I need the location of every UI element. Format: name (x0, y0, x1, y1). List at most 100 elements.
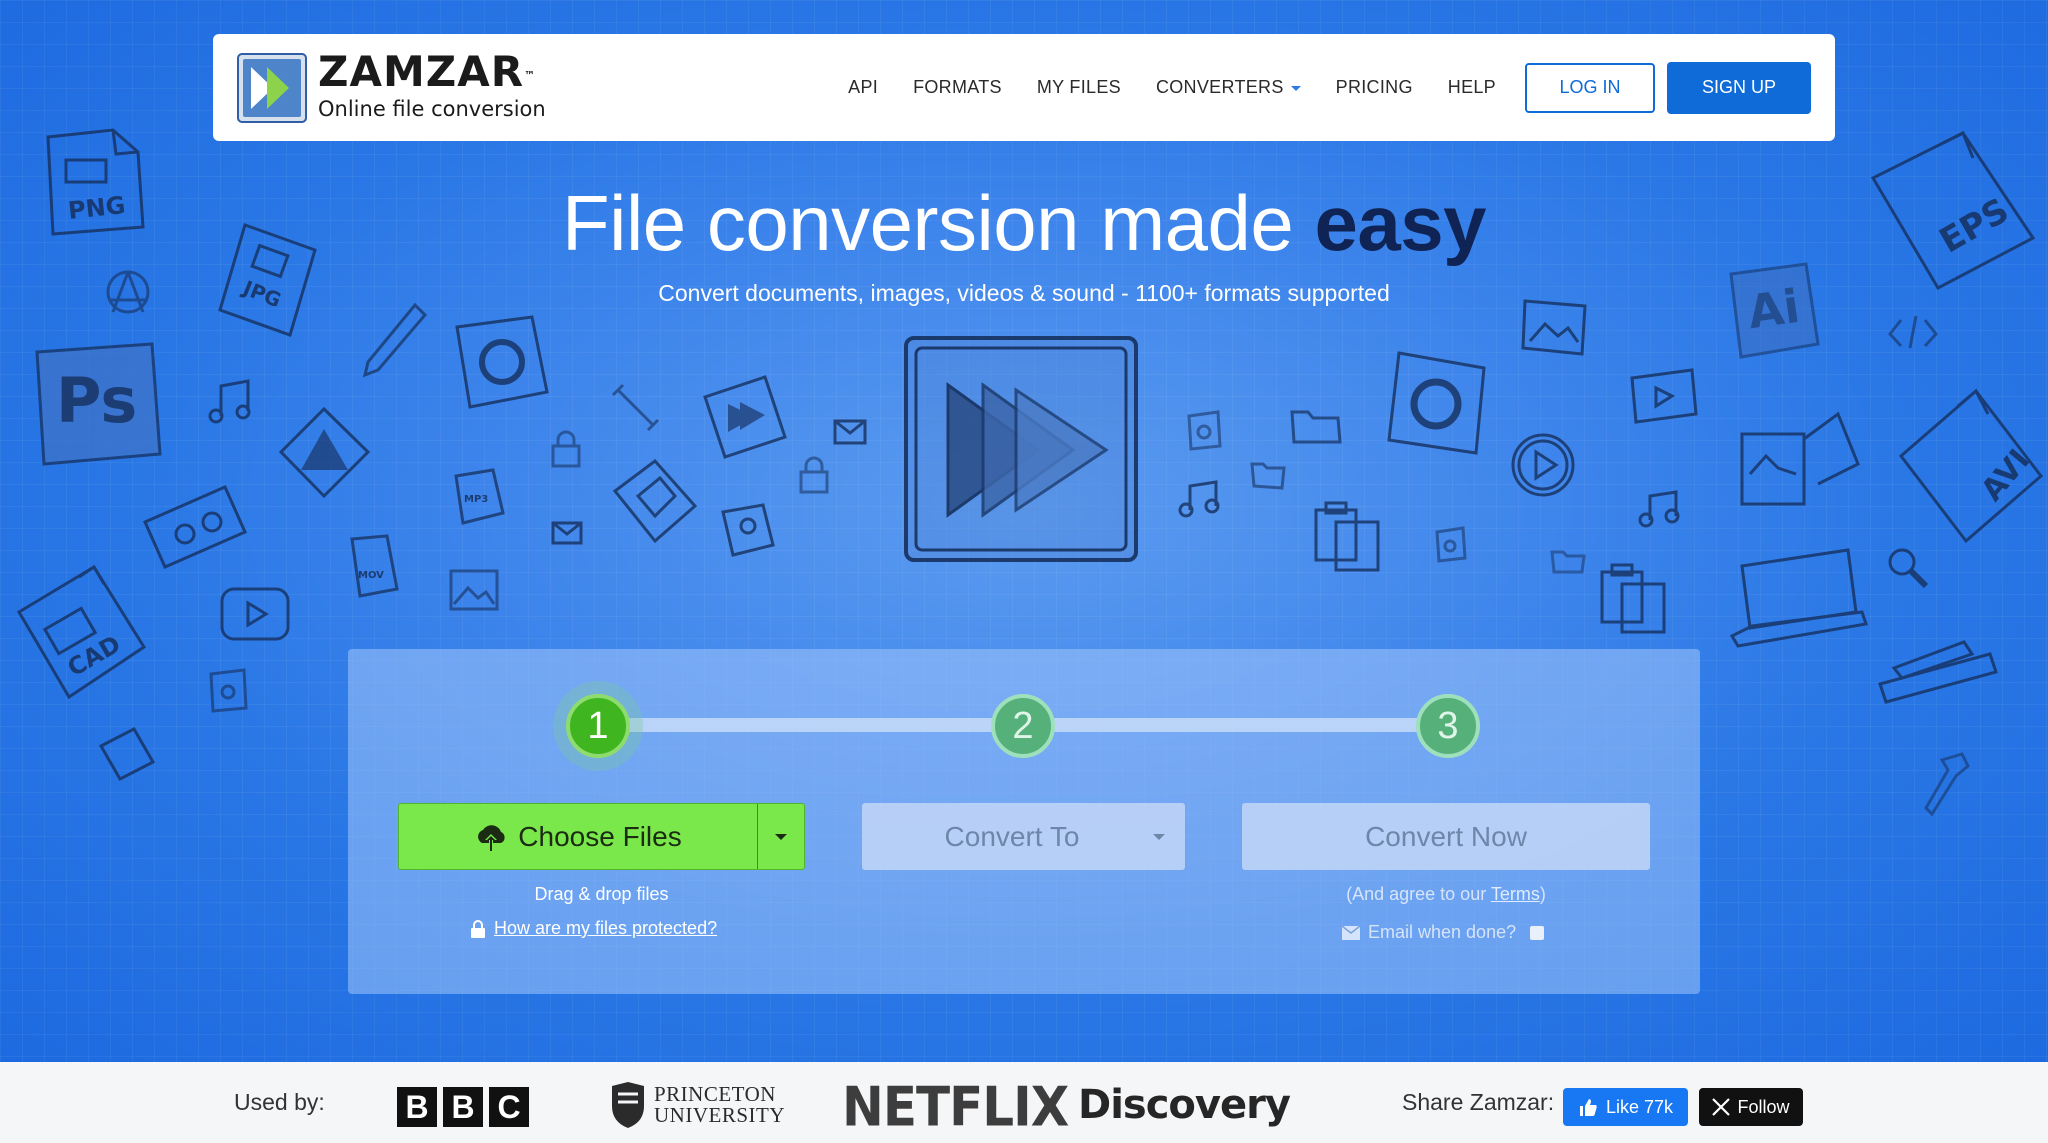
cassette-doodle-icon (140, 482, 250, 572)
nav-formats[interactable]: FORMATS (913, 77, 1002, 98)
music-note-far-right-doodle-icon (1636, 484, 1686, 530)
film-strip-doodle-icon (610, 456, 700, 546)
agree-prefix: (And agree to our (1346, 884, 1491, 904)
headline-main: File conversion made (561, 179, 1315, 267)
signup-button[interactable]: SIGN UP (1667, 61, 1811, 114)
nav-pricing[interactable]: PRICING (1336, 77, 1413, 98)
image-doodle-icon (446, 566, 502, 616)
nav-converters-label: CONVERTERS (1155, 77, 1284, 97)
brand-tagline: Online file conversion (318, 97, 546, 121)
princeton-line-2: UNIVERSITY (654, 1103, 785, 1127)
magnifier-doodle-icon (1884, 544, 1930, 590)
x-logo-icon (1712, 1098, 1731, 1116)
choose-files-button-group: Choose Files (398, 803, 805, 870)
princeton-shield-icon (612, 1082, 644, 1128)
play-button-doodle-icon (218, 585, 292, 645)
email-when-done-label: Email when done? (1368, 922, 1517, 942)
music-note-right-doodle-icon (1176, 474, 1226, 520)
files-protected-row: How are my files protected? (470, 918, 717, 939)
contact-card-doodle-icon (718, 500, 778, 560)
terms-link[interactable]: Terms (1491, 884, 1540, 904)
follow-label: Follow (1737, 1096, 1790, 1117)
terms-agreement: (And agree to our Terms) (1242, 884, 1650, 905)
wrench-right-doodle-icon (1922, 748, 1978, 824)
refresh-right-doodle-icon (1384, 348, 1494, 458)
cad-file-doodle-icon: CAD (14, 562, 149, 702)
discovery-logo: Discovery (1078, 1082, 1291, 1128)
triangle-play-doodle-icon (276, 404, 372, 500)
gallery-doodle-icon (1738, 404, 1862, 514)
nav-help[interactable]: HELP (1448, 77, 1496, 98)
folder-small-doodle-icon (1248, 456, 1288, 492)
fast-forward-logo-doodle-icon (898, 330, 1148, 570)
agree-suffix: ) (1539, 884, 1546, 904)
lock-doodle-icon (548, 430, 584, 470)
code-tag-doodle-icon (1886, 312, 1940, 352)
nav-my-files[interactable]: MY FILES (1037, 77, 1121, 98)
photoshop-doodle-icon: Ps (32, 342, 162, 467)
step-2-indicator: 2 (991, 694, 1055, 758)
picture-tilted-doodle-icon (96, 724, 158, 784)
zamzar-logo-icon[interactable] (237, 53, 307, 123)
princeton-logo: PRINCETON UNIVERSITY (610, 1080, 785, 1130)
lock-tiny-doodle-icon (206, 666, 250, 714)
illustrator-doodle-icon: Ai (1726, 262, 1821, 362)
envelope-small-doodle-icon (550, 520, 584, 546)
brand-trademark: ™ (524, 69, 537, 82)
files-protected-link[interactable]: How are my files protected? (494, 918, 717, 939)
clipboard-doodle-icon (1310, 498, 1386, 574)
envelope-doodle-icon (832, 418, 868, 446)
lock-icon (471, 919, 485, 938)
wrench-doodle-icon (608, 380, 663, 435)
main-nav: API FORMATS MY FILES CONVERTERS PRICING … (848, 34, 1811, 141)
envelope-icon (1342, 925, 1360, 940)
bbc-logo: B B C (397, 1087, 529, 1127)
step-progress-track-1 (628, 718, 1024, 732)
refresh-doodle-icon (452, 312, 552, 412)
bbc-letter: B (443, 1087, 483, 1127)
video-forward-doodle-icon (700, 372, 790, 462)
folder-tiny-doodle-icon (1548, 546, 1588, 576)
brand-logo-text[interactable]: ZAMZAR™ Online file conversion (318, 50, 546, 122)
thumbs-up-icon (1579, 1099, 1597, 1116)
facebook-like-button[interactable]: Like 77k (1563, 1088, 1688, 1126)
convert-to-select[interactable]: Convert To (862, 803, 1185, 870)
folder-doodle-icon (1288, 402, 1344, 448)
video-clip-doodle-icon (1628, 366, 1700, 426)
pencil-doodle-icon (360, 300, 430, 380)
bbc-letter: B (397, 1087, 437, 1127)
caret-down-icon (1153, 834, 1165, 840)
mp3-file-doodle-icon: MP3 (448, 468, 508, 528)
drag-drop-hint: Drag & drop files (534, 884, 669, 904)
email-when-done-checkbox[interactable] (1530, 925, 1545, 940)
play-circle-doodle-icon (1508, 430, 1578, 500)
lock-small-doodle-icon (796, 456, 832, 496)
princeton-line-1: PRINCETON (654, 1082, 776, 1106)
site-header: ZAMZAR™ Online file conversion API FORMA… (213, 34, 1835, 141)
convert-now-button[interactable]: Convert Now (1242, 803, 1650, 870)
x-follow-button[interactable]: Follow (1699, 1088, 1803, 1126)
nav-converters[interactable]: CONVERTERS (1156, 77, 1301, 98)
netflix-logo: NETFLIX (842, 1075, 1069, 1139)
login-button[interactable]: LOG IN (1525, 62, 1655, 113)
ruler-pen-doodle-icon (1874, 624, 2000, 708)
choose-files-button[interactable]: Choose Files (399, 804, 757, 869)
choose-files-label: Choose Files (518, 820, 682, 852)
mov-file-doodle-icon: MOV (342, 534, 402, 600)
choose-files-dropdown[interactable] (758, 804, 804, 869)
bbc-letter: C (489, 1087, 529, 1127)
cloud-upload-icon (478, 824, 505, 851)
email-when-done-row: Email when done? (1342, 922, 1545, 943)
like-count-label: Like 77k (1605, 1096, 1674, 1117)
headline-emphasis: easy (1314, 179, 1487, 267)
nav-api[interactable]: API (848, 77, 878, 98)
caret-down-icon (775, 833, 787, 840)
lock-right-small-doodle-icon (1432, 524, 1468, 564)
brand-name: ZAMZAR (318, 47, 525, 96)
avi-file-doodle-icon: AVI (1896, 386, 2046, 546)
hero-subheadline: Convert documents, images, videos & soun… (658, 280, 1390, 306)
laptop-doodle-icon (1728, 546, 1868, 650)
share-label: Share Zamzar: (1402, 1089, 1555, 1115)
used-by-label: Used by: (234, 1089, 325, 1115)
step-3-indicator: 3 (1416, 694, 1480, 758)
